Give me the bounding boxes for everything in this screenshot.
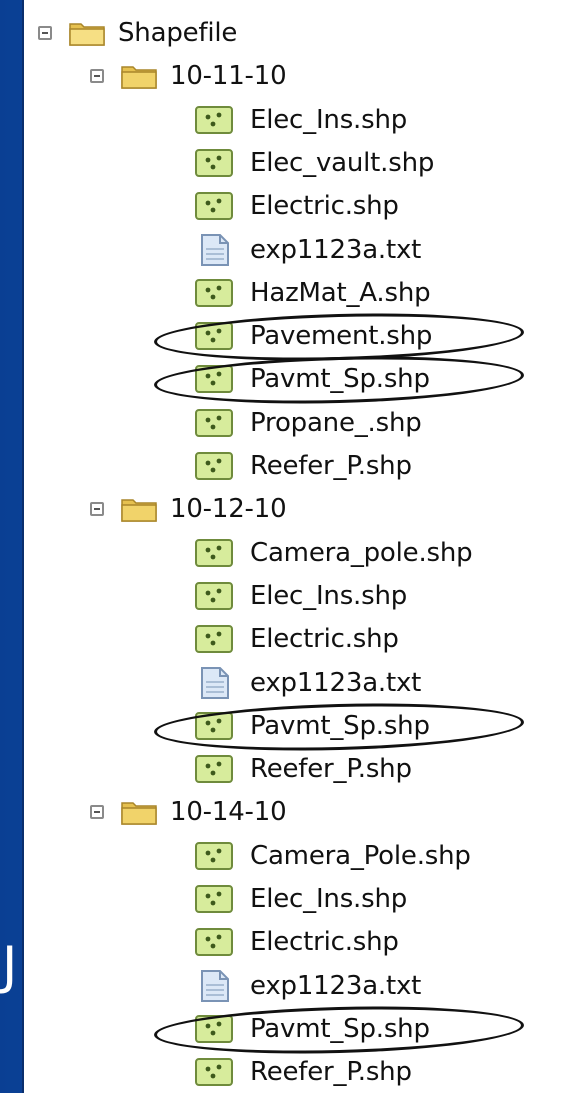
tree-item[interactable]: Elec_vault.shp <box>194 145 434 181</box>
tree-folder-10-14-10[interactable]: 10-14-10 <box>90 794 287 830</box>
shapefile-icon <box>195 322 233 351</box>
shapefile-icon <box>195 148 233 177</box>
shapefile-icon <box>195 538 233 567</box>
collapse-toggle-icon[interactable] <box>90 805 104 820</box>
tree-item-label: Electric.shp <box>250 927 399 958</box>
tree-item-label: Camera_pole.shp <box>250 537 473 568</box>
tree-item[interactable]: Pavmt_Sp.shp <box>194 708 430 744</box>
shapefile-icon <box>195 711 233 740</box>
tree-folder-10-12-10-label: 10-12-10 <box>170 494 287 525</box>
shapefile-icon <box>195 1014 233 1043</box>
tree-item[interactable]: Camera_Pole.shp <box>194 838 471 874</box>
shapefile-icon <box>195 581 233 610</box>
shapefile-icon <box>195 1058 233 1087</box>
collapse-toggle-icon[interactable] <box>38 26 52 40</box>
tree-folder-10-14-10-label: 10-14-10 <box>170 797 287 828</box>
shapefile-icon <box>195 408 233 437</box>
collapse-toggle-icon[interactable] <box>90 502 104 517</box>
tree-item[interactable]: Elec_Ins.shp <box>194 881 407 917</box>
tree-item-label: HazMat_A.shp <box>250 277 431 308</box>
tree-item-label: exp1123a.txt <box>250 234 422 265</box>
shapefile-icon <box>195 928 233 957</box>
tree-item-label: Propane_.shp <box>250 407 422 438</box>
tree-folder-10-12-10[interactable]: 10-12-10 <box>90 491 287 527</box>
tree-root-shapefile[interactable]: Shapefile <box>38 15 237 51</box>
tree-item-label: Reefer_P.shp <box>250 1057 412 1088</box>
shapefile-icon <box>195 885 233 913</box>
shapefile-icon <box>195 841 233 870</box>
tree-item-label: Reefer_P.shp <box>250 754 412 785</box>
tree-root-label: Shapefile <box>118 18 238 48</box>
folder-icon <box>69 23 105 46</box>
tree-item[interactable]: Electric.shp <box>194 621 399 657</box>
text-file-icon <box>201 969 229 1002</box>
tree-item[interactable]: exp1123a.txt <box>194 665 421 701</box>
tree-item[interactable]: Reefer_P.shp <box>194 1054 412 1090</box>
tree-item-label: Elec_Ins.shp <box>250 580 408 611</box>
shapefile-icon <box>195 452 233 480</box>
tree-item[interactable]: Elec_Ins.shp <box>194 102 407 138</box>
tree-item-label: Electric.shp <box>250 624 399 655</box>
shapefile-icon <box>195 105 233 134</box>
shapefile-icon <box>195 625 233 654</box>
tree-item-label: Elec_Ins.shp <box>250 884 408 914</box>
tree-item-label: exp1123a.txt <box>250 970 422 1001</box>
tree-item[interactable]: Reefer_P.shp <box>194 751 412 787</box>
tree-folder-10-11-10-label: 10-11-10 <box>170 61 287 92</box>
tree-item-label: Reefer_P.shp <box>250 451 412 481</box>
text-file-icon <box>201 233 229 266</box>
shapefile-icon <box>195 278 233 307</box>
collapse-toggle-icon[interactable] <box>90 69 104 84</box>
tree-item[interactable]: Pavmt_Sp.shp <box>194 361 430 397</box>
shapefile-icon <box>195 192 233 221</box>
tree-item[interactable]: Camera_pole.shp <box>194 535 473 571</box>
tree-item-label: Elec_Ins.shp <box>250 104 408 135</box>
tree-folder-10-11-10[interactable]: 10-11-10 <box>90 58 287 94</box>
tree-item[interactable]: exp1123a.txt <box>194 968 421 1004</box>
tree-item-label: Pavement.shp <box>250 321 433 352</box>
folder-icon <box>121 66 157 90</box>
tree-item-label: Elec_vault.shp <box>250 147 435 178</box>
tree-item-label: exp1123a.txt <box>250 667 422 698</box>
tree-item[interactable]: Pavmt_Sp.shp <box>194 1011 430 1047</box>
catalog-tree-panel: Shapefile 10-11-10 Elec_Ins.shp Elec_vault… <box>22 0 582 1093</box>
folder-icon <box>121 499 157 523</box>
folder-icon <box>121 802 157 826</box>
tree-item[interactable]: Electric.shp <box>194 924 399 960</box>
tree-item[interactable]: exp1123a.txt <box>194 232 421 268</box>
tree-item-label: Pavmt_Sp.shp <box>250 364 430 395</box>
tree-item-label: Pavmt_Sp.shp <box>250 1013 430 1044</box>
tree-item-label: Electric.shp <box>250 191 399 222</box>
tree-item[interactable]: Reefer_P.shp <box>194 448 412 484</box>
tree-item[interactable]: Pavement.shp <box>194 318 432 354</box>
tree-item-label: Pavmt_Sp.shp <box>250 710 430 741</box>
edge-glyph: J <box>2 936 18 996</box>
shapefile-icon <box>195 755 233 784</box>
tree-item[interactable]: Elec_Ins.shp <box>194 578 407 614</box>
tree-item[interactable]: HazMat_A.shp <box>194 275 431 311</box>
shapefile-icon <box>195 365 233 394</box>
tree-item[interactable]: Propane_.shp <box>194 405 422 441</box>
tree-item[interactable]: Electric.shp <box>194 188 399 224</box>
text-file-icon <box>201 666 229 699</box>
tree-item-label: Camera_Pole.shp <box>250 840 471 871</box>
